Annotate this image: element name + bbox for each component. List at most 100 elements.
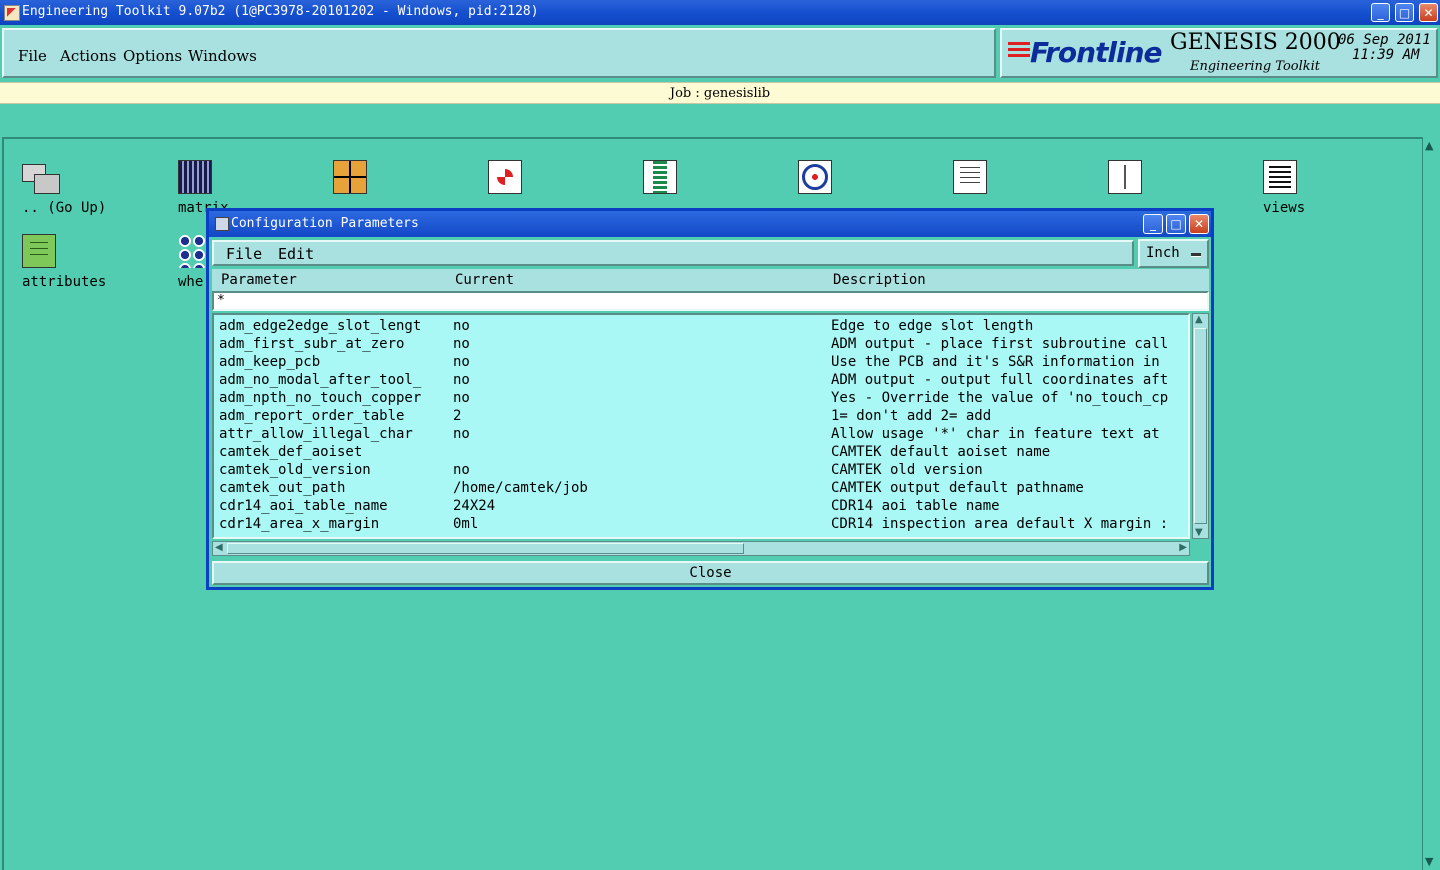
tool-flows [1108,160,1248,194]
param-cell: camtek_def_aoiset [219,444,363,460]
folder-up-icon [22,160,60,194]
unit-select[interactable]: Inch [1138,239,1209,268]
symbols-icon [488,160,522,194]
brand-logo: Frontline [1030,36,1163,69]
scroll-up-icon[interactable]: ▲ [1195,314,1203,325]
param-cell: cdr14_area_x_margin [219,516,380,532]
dialog-maximize-button[interactable]: □ [1166,214,1186,234]
tool-views[interactable]: views [1263,160,1403,216]
dialog-titlebar[interactable]: Configuration Parameters _ □ ✕ [209,211,1211,237]
parameter-list[interactable]: adm_edge2edge_slot_lengt no Edge to edge s… [212,313,1190,539]
tool-label: views [1263,200,1306,216]
dialog-icon [215,217,229,231]
job-label: Job : genesislib [669,86,771,101]
description-cell: CDR14 aoi table name [831,498,1000,514]
dialog-minimize-button[interactable]: _ [1143,214,1163,234]
table-row[interactable]: adm_no_modal_after_tool_ no ADM output - o… [214,371,1188,389]
product-subtitle: Engineering Toolkit [1190,59,1321,74]
table-row[interactable]: attr_allow_illegal_char no Allow usage '*'… [214,425,1188,443]
dropdown-caret-icon [1191,253,1201,256]
current-cell: no [453,390,470,406]
current-cell: 0ml [453,516,479,532]
table-row[interactable]: cdr14_aoi_table_name 24X24 CDR14 aoi table… [214,497,1188,515]
table-row[interactable]: adm_report_order_table 2 1= don't add 2= … [214,407,1188,425]
views-list-icon [1263,160,1297,194]
current-cell: /home/camtek/job [453,480,588,496]
scroll-right-icon[interactable]: ▶ [1179,542,1187,553]
close-window-button[interactable]: ✕ [1419,3,1438,22]
current-cell: 24X24 [453,498,496,514]
tool-symbols [488,160,628,194]
tool-attributes[interactable]: attributes [22,234,162,290]
header-parameter[interactable]: Parameter [221,272,297,288]
window-title: Engineering Toolkit 9.07b2 (1@PC3978-201… [22,4,539,19]
current-cell: no [453,336,470,352]
menu-windows[interactable]: Windows [188,47,257,65]
table-row[interactable]: adm_keep_pcb no Use the PCB and it's S&R i… [214,353,1188,371]
steps-icon [333,160,367,194]
list-horizontal-scrollbar[interactable]: ◀ ▶ [212,541,1190,556]
frontline-logo-icon [1008,42,1030,64]
menu-file[interactable]: File [18,47,47,65]
description-cell: CDR14 inspection area default X margin : [831,516,1169,532]
form-icon [953,160,987,194]
current-cell: no [453,372,470,388]
description-cell: Allow usage '*' char in feature text at [831,426,1160,442]
description-cell: ADM output - output full coordinates aft [831,372,1169,388]
param-cell: camtek_out_path [219,480,346,496]
scroll-left-icon[interactable]: ◀ [215,542,223,553]
main-vertical-scrollbar[interactable]: ▲ ▼ [1422,137,1439,870]
dialog-menubar: File Edit [212,240,1134,266]
description-cell: CAMTEK old version [831,462,983,478]
tool-label: .. (Go Up) [22,200,107,216]
matrix-grid-icon [178,160,212,194]
dialog-menu-file[interactable]: File [226,245,262,263]
tool-label: attributes [22,274,107,290]
current-cell: no [453,426,470,442]
column-headers: Parameter Current Description [212,269,1209,291]
list-vertical-scrollbar[interactable]: ▲ ▼ [1192,313,1209,539]
menu-actions[interactable]: Actions [60,47,116,65]
description-cell: CAMTEK default aoiset name [831,444,1051,460]
minimize-button[interactable]: _ [1371,3,1390,22]
header-description[interactable]: Description [833,272,926,288]
current-cell: 2 [453,408,462,424]
description-cell: ADM output - place first subroutine call [831,336,1169,352]
current-cell: no [453,462,470,478]
close-button[interactable]: Close [212,561,1209,585]
table-row[interactable]: adm_first_subr_at_zero no ADM output - pla… [214,335,1188,353]
config-dialog: Configuration Parameters _ □ ✕ File Edit… [206,208,1214,590]
dialog-close-icon[interactable]: ✕ [1189,214,1209,234]
scroll-thumb[interactable] [1194,328,1207,524]
param-cell: cdr14_aoi_table_name [219,498,388,514]
table-row[interactable]: adm_edge2edge_slot_lengt no Edge to edge s… [214,317,1188,335]
header-current[interactable]: Current [455,272,514,288]
unit-value: Inch [1146,245,1180,261]
tool-stackups [643,160,783,194]
scroll-down-icon[interactable]: ▼ [1425,855,1433,868]
product-name: GENESIS 2000 [1170,30,1341,55]
table-row[interactable]: camtek_old_version no CAMTEK old version [214,461,1188,479]
param-cell: adm_npth_no_touch_copper [219,390,422,406]
description-cell: CAMTEK output default pathname [831,480,1084,496]
table-row[interactable]: camtek_out_path/home/camtek/job CAMTEK ou… [214,479,1188,497]
maximize-button[interactable]: □ [1395,3,1414,22]
filter-input[interactable]: * [212,291,1209,311]
tool-wheels-target [798,160,938,194]
current-cell: no [453,354,470,370]
param-cell: attr_allow_illegal_char [219,426,413,442]
menu-options[interactable]: Options [123,47,182,65]
table-row[interactable]: cdr14_area_x_margin 0ml CDR14 inspection a… [214,515,1188,533]
time-display: 11:39 AM [1352,47,1420,63]
scroll-down-icon[interactable]: ▼ [1195,527,1203,538]
tool-go-up[interactable]: .. (Go Up) [22,160,162,216]
date-display: 06 Sep 2011 [1338,32,1431,48]
table-row[interactable]: adm_npth_no_touch_copper no Yes - Override… [214,389,1188,407]
main-titlebar[interactable]: Engineering Toolkit 9.07b2 (1@PC3978-201… [0,0,1440,25]
flow-icon [1108,160,1142,194]
table-row[interactable]: camtek_def_aoiset CAMTEK default aoiset n… [214,443,1188,461]
scroll-up-icon[interactable]: ▲ [1425,139,1433,152]
dialog-menu-edit[interactable]: Edit [278,245,314,263]
param-cell: adm_edge2edge_slot_lengt [219,318,422,334]
hscroll-thumb[interactable] [227,543,744,554]
